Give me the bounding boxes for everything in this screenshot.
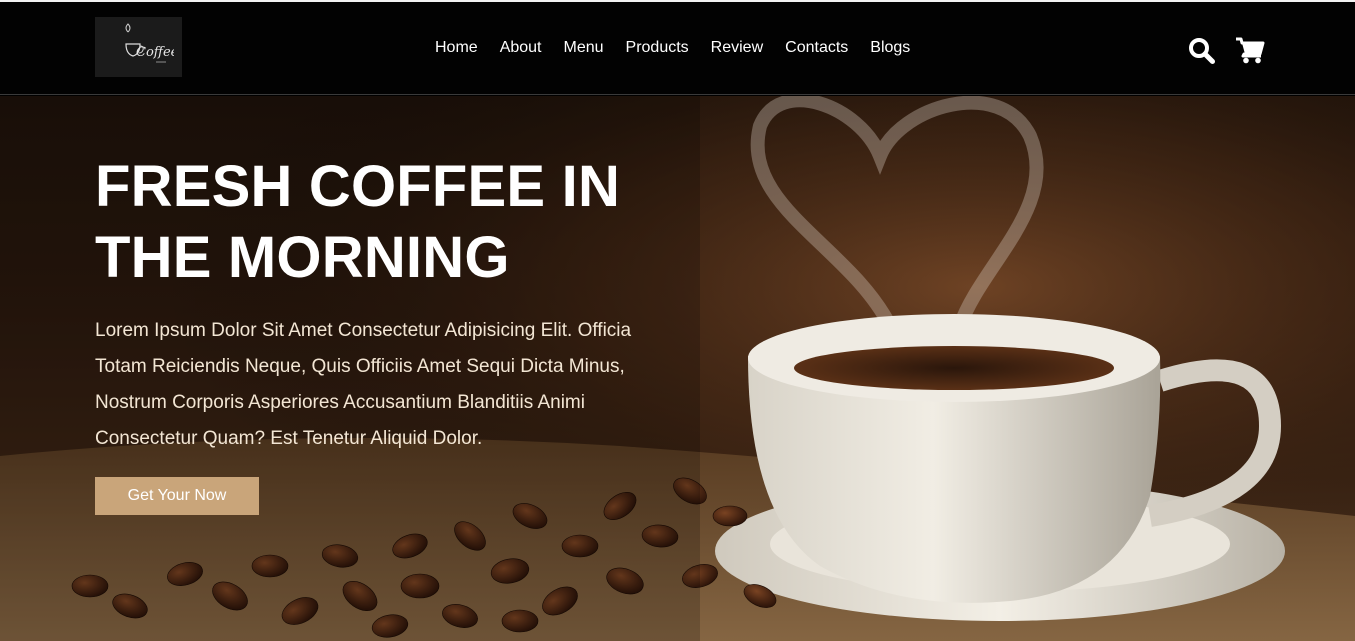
get-your-now-button[interactable]: Get Your Now xyxy=(95,477,259,515)
hero-content: FRESH COFFEE IN THE MORNING Lorem Ipsum … xyxy=(95,151,655,515)
cart-button[interactable] xyxy=(1235,35,1265,65)
header-icons xyxy=(1186,35,1265,65)
search-icon xyxy=(1188,37,1215,64)
nav-contacts[interactable]: Contacts xyxy=(785,36,848,60)
nav-about[interactable]: About xyxy=(500,36,542,60)
nav-home[interactable]: Home xyxy=(435,36,478,60)
nav-products[interactable]: Products xyxy=(626,36,689,60)
main-nav: Home About Menu Products Review Contacts… xyxy=(435,36,932,60)
search-button[interactable] xyxy=(1186,35,1216,65)
hero-description: Lorem Ipsum Dolor Sit Amet Consectetur A… xyxy=(95,320,632,449)
hero-title-line1: FRESH COFFEE IN xyxy=(95,154,621,219)
coffee-cup-logo-icon: Coffee xyxy=(124,23,174,63)
nav-review[interactable]: Review xyxy=(711,36,763,60)
hero-title: FRESH COFFEE IN THE MORNING xyxy=(95,151,655,293)
hero-section: FRESH COFFEE IN THE MORNING Lorem Ipsum … xyxy=(0,96,1355,641)
nav-menu[interactable]: Menu xyxy=(564,36,604,60)
cart-icon xyxy=(1236,37,1265,63)
hero-title-line2: THE MORNING xyxy=(95,225,510,290)
logo-text: Coffee xyxy=(136,45,174,60)
nav-blogs[interactable]: Blogs xyxy=(870,36,910,60)
site-header: Coffee Home About Menu Products Review C… xyxy=(0,2,1355,95)
logo[interactable]: Coffee xyxy=(95,17,182,77)
